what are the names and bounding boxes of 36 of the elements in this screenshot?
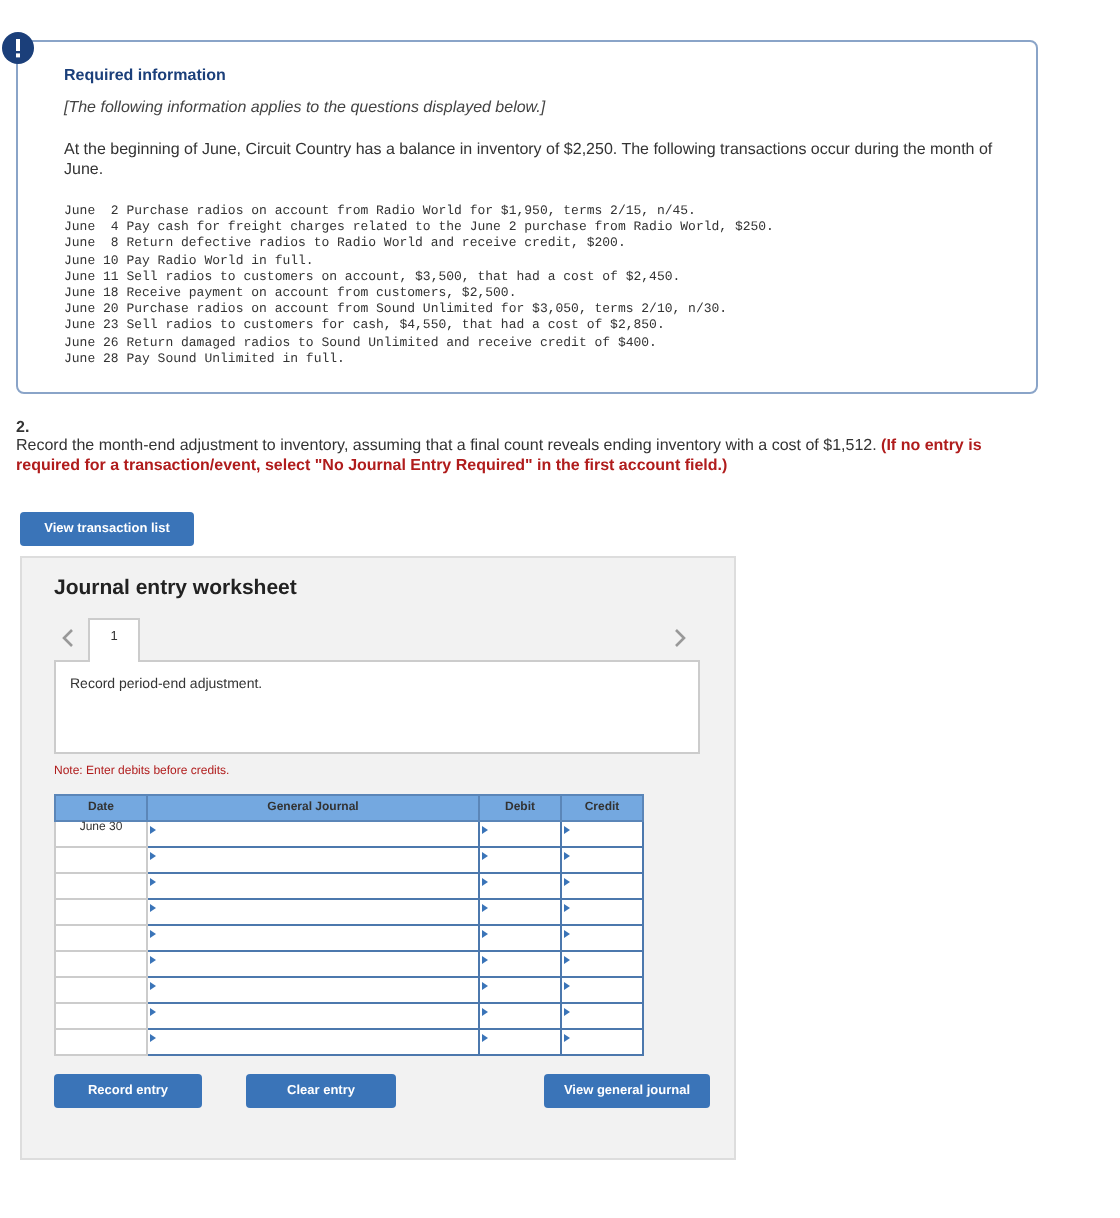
marker-icon bbox=[150, 981, 156, 990]
marker-icon bbox=[564, 903, 570, 912]
marker-icon bbox=[564, 929, 570, 938]
marker-icon bbox=[150, 877, 156, 886]
marker-icon bbox=[150, 1033, 156, 1042]
marker-icon bbox=[564, 851, 570, 860]
marker-icon bbox=[482, 903, 488, 912]
marker-icon bbox=[564, 1033, 570, 1042]
marker-icon bbox=[564, 981, 570, 990]
marker-icon bbox=[482, 877, 488, 886]
marker-icon bbox=[564, 877, 570, 886]
chevron-left-icon[interactable] bbox=[62, 628, 74, 649]
marker-icon bbox=[482, 955, 488, 964]
marker-icon bbox=[564, 955, 570, 964]
chevron-right-icon[interactable] bbox=[674, 628, 686, 649]
marker-icon bbox=[150, 955, 156, 964]
info-title: Required information bbox=[64, 66, 228, 84]
marker-icon bbox=[482, 981, 488, 990]
intro-text: At the beginning of June, Circuit Country has a balance in inventory of $2,250. The following transactions occur during the month of June. bbox=[64, 140, 995, 180]
marker-icon bbox=[482, 1033, 488, 1042]
marker-icon bbox=[150, 825, 156, 834]
marker-icon bbox=[482, 825, 488, 834]
marker-icon bbox=[564, 825, 570, 834]
question-text: Record the month-end adjustment to inventory, assuming that a final count reveals ending inventory with a cost of $1,512. (If no entry is required for a transaction/event, select "No Journal Entry Required" in the first account field.) bbox=[16, 436, 984, 477]
marker-icon bbox=[150, 851, 156, 860]
marker-icon bbox=[482, 929, 488, 938]
alert-icon bbox=[2, 32, 34, 64]
info-note: [The following information applies to the questions displayed below.] bbox=[64, 98, 548, 116]
marker-icon bbox=[150, 929, 156, 938]
marker-icon bbox=[482, 851, 488, 860]
worksheet-title: Journal entry worksheet bbox=[54, 576, 299, 601]
marker-icon bbox=[564, 1007, 570, 1016]
marker-icon bbox=[150, 903, 156, 912]
question-number: 2. bbox=[16, 418, 32, 437]
marker-icon bbox=[150, 1007, 156, 1016]
marker-icon bbox=[482, 1007, 488, 1016]
